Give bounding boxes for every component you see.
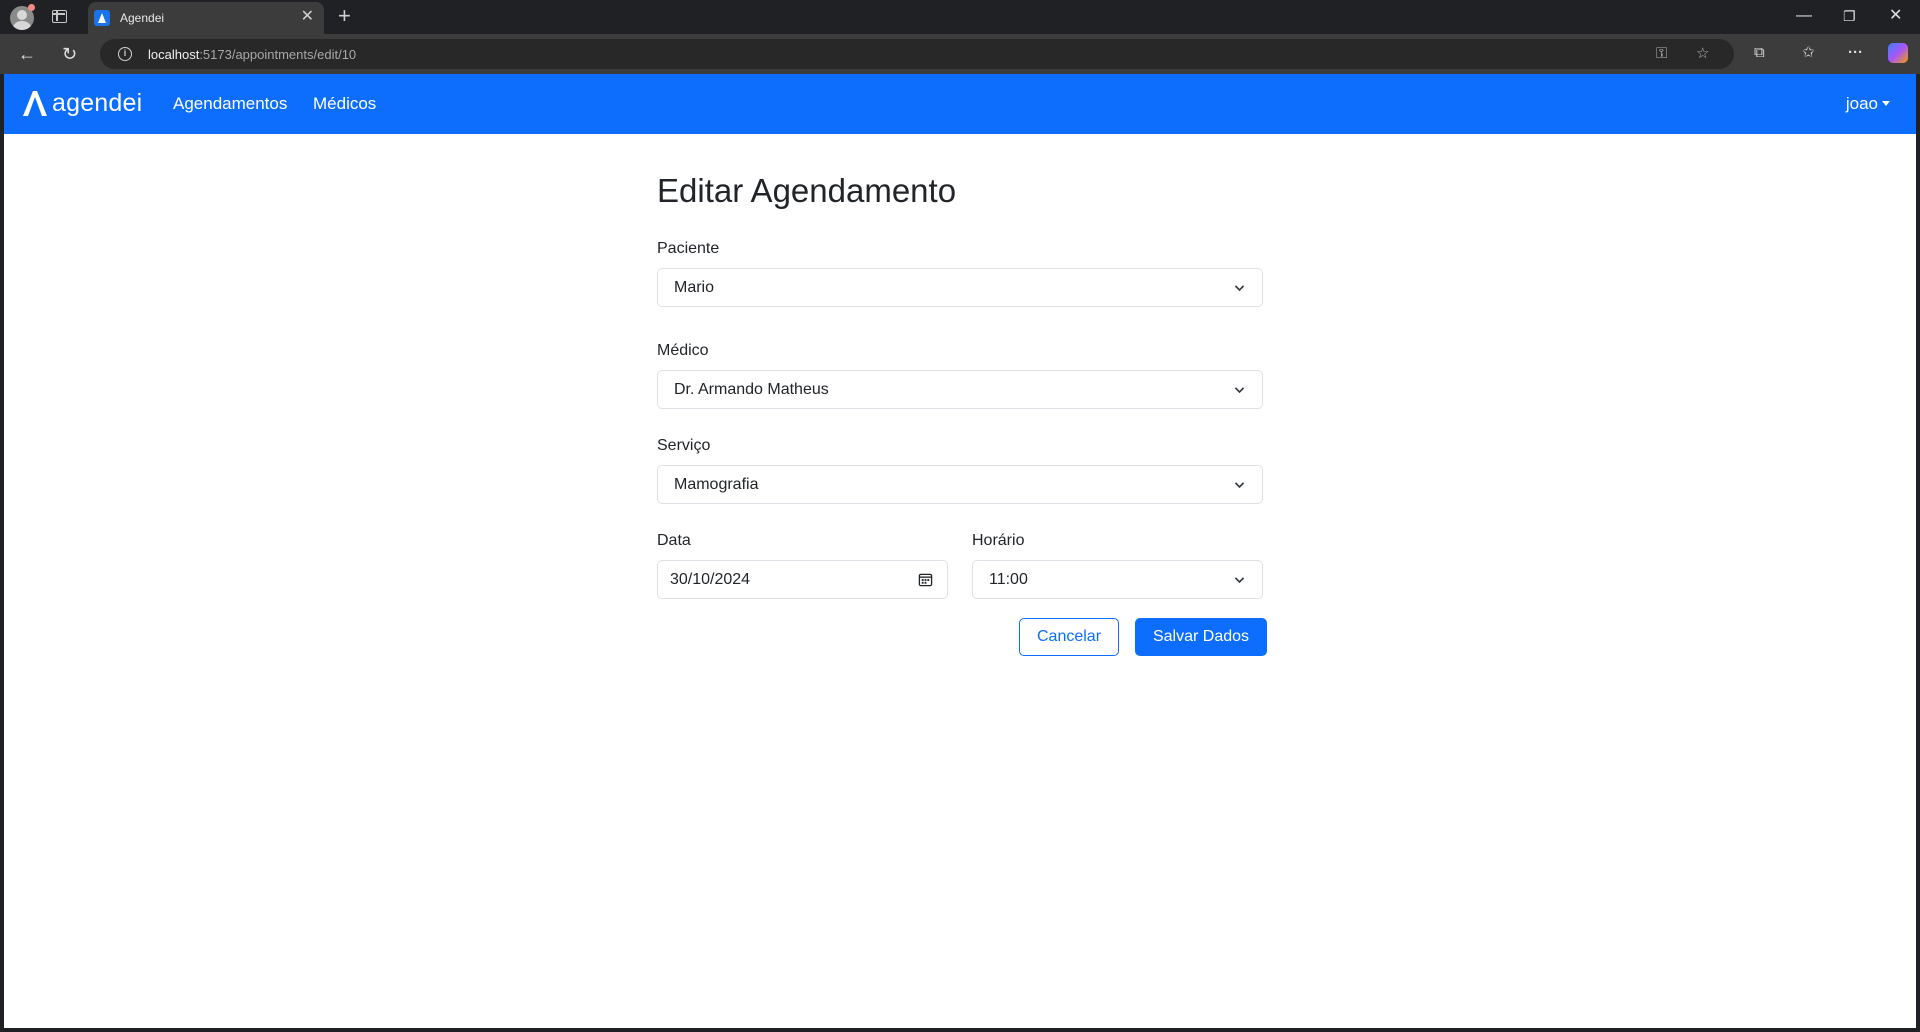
copilot-icon[interactable] <box>1888 43 1908 63</box>
page-title: Editar Agendamento <box>657 172 957 209</box>
patient-selected-value: Mario <box>674 279 715 296</box>
nav-link-agendamentos[interactable]: Agendamentos <box>173 94 287 114</box>
reload-icon[interactable]: ↻ <box>62 44 77 64</box>
address-bar[interactable]: i localhost:5173/appointments/edit/10 ⚿ … <box>100 39 1734 69</box>
tab-actions-icon[interactable] <box>52 10 67 23</box>
favorite-star-icon[interactable]: ☆ <box>1696 45 1709 63</box>
user-name: joao <box>1845 94 1878 113</box>
address-url[interactable]: localhost:5173/appointments/edit/10 <box>148 47 356 62</box>
brand-logo[interactable]: agendei <box>20 88 142 118</box>
edit-appointment-form: Editar Agendamento Paciente Mario Médico… <box>657 172 1267 656</box>
brand-name: agendei <box>52 88 143 117</box>
site-info-icon[interactable]: i <box>118 47 132 61</box>
restore-icon[interactable]: ❐ <box>1843 7 1856 25</box>
date-label: Data <box>657 532 691 549</box>
time-selected-value: 11:00 <box>989 571 1028 588</box>
doctor-select[interactable]: Dr. Armando Matheus <box>657 370 1263 409</box>
back-arrow-icon[interactable]: ← <box>18 44 36 64</box>
service-selected-value: Mamografia <box>674 476 759 493</box>
service-label: Serviço <box>657 437 711 454</box>
save-button[interactable]: Salvar Dados <box>1135 618 1267 656</box>
time-select[interactable]: 11:00 <box>972 560 1263 599</box>
service-select[interactable]: Mamografia <box>657 465 1263 504</box>
chevron-down-icon <box>1234 285 1245 292</box>
nav-link-medicos[interactable]: Médicos <box>313 94 376 114</box>
date-value: 30/10/2024 <box>670 571 751 588</box>
calendar-icon[interactable] <box>918 572 933 587</box>
cancel-button[interactable]: Cancelar <box>1019 618 1119 656</box>
window-close-icon[interactable]: ✕ <box>1889 7 1902 25</box>
more-options-icon[interactable]: ··· <box>1848 44 1863 62</box>
user-menu-dropdown[interactable]: joao <box>1846 94 1890 114</box>
minimize-icon[interactable]: — <box>1796 7 1812 25</box>
patient-select[interactable]: Mario <box>657 268 1263 307</box>
doctor-label: Médico <box>657 342 709 359</box>
agendei-favicon-icon <box>94 10 110 26</box>
notification-dot-icon <box>28 4 35 11</box>
time-label: Horário <box>972 532 1025 549</box>
close-tab-icon[interactable]: ✕ <box>301 8 314 26</box>
chevron-down-icon <box>1234 482 1245 489</box>
favorites-icon[interactable]: ✩ <box>1802 44 1815 62</box>
tab-title: Agendei <box>120 11 165 25</box>
extensions-icon[interactable]: ⧉ <box>1754 44 1765 62</box>
patient-label: Paciente <box>657 240 720 257</box>
browser-tab-strip: Agendei ✕ + — ❐ ✕ <box>0 0 1920 34</box>
password-key-icon[interactable]: ⚿ <box>1656 45 1667 63</box>
new-tab-icon[interactable]: + <box>338 4 351 28</box>
date-input[interactable]: 30/10/2024 <box>657 560 948 599</box>
browser-tab[interactable]: Agendei ✕ <box>88 2 324 34</box>
page-content: agendei Agendamentos Médicos joao Editar… <box>4 74 1916 1028</box>
browser-toolbar: ← ↻ i localhost:5173/appointments/edit/1… <box>0 34 1920 74</box>
caret-down-icon <box>1882 101 1890 106</box>
chevron-down-icon <box>1234 577 1245 584</box>
doctor-selected-value: Dr. Armando Matheus <box>674 381 829 398</box>
app-navbar: agendei Agendamentos Médicos joao <box>4 74 1916 134</box>
agendei-logo-icon <box>23 91 47 116</box>
chevron-down-icon <box>1234 387 1245 394</box>
